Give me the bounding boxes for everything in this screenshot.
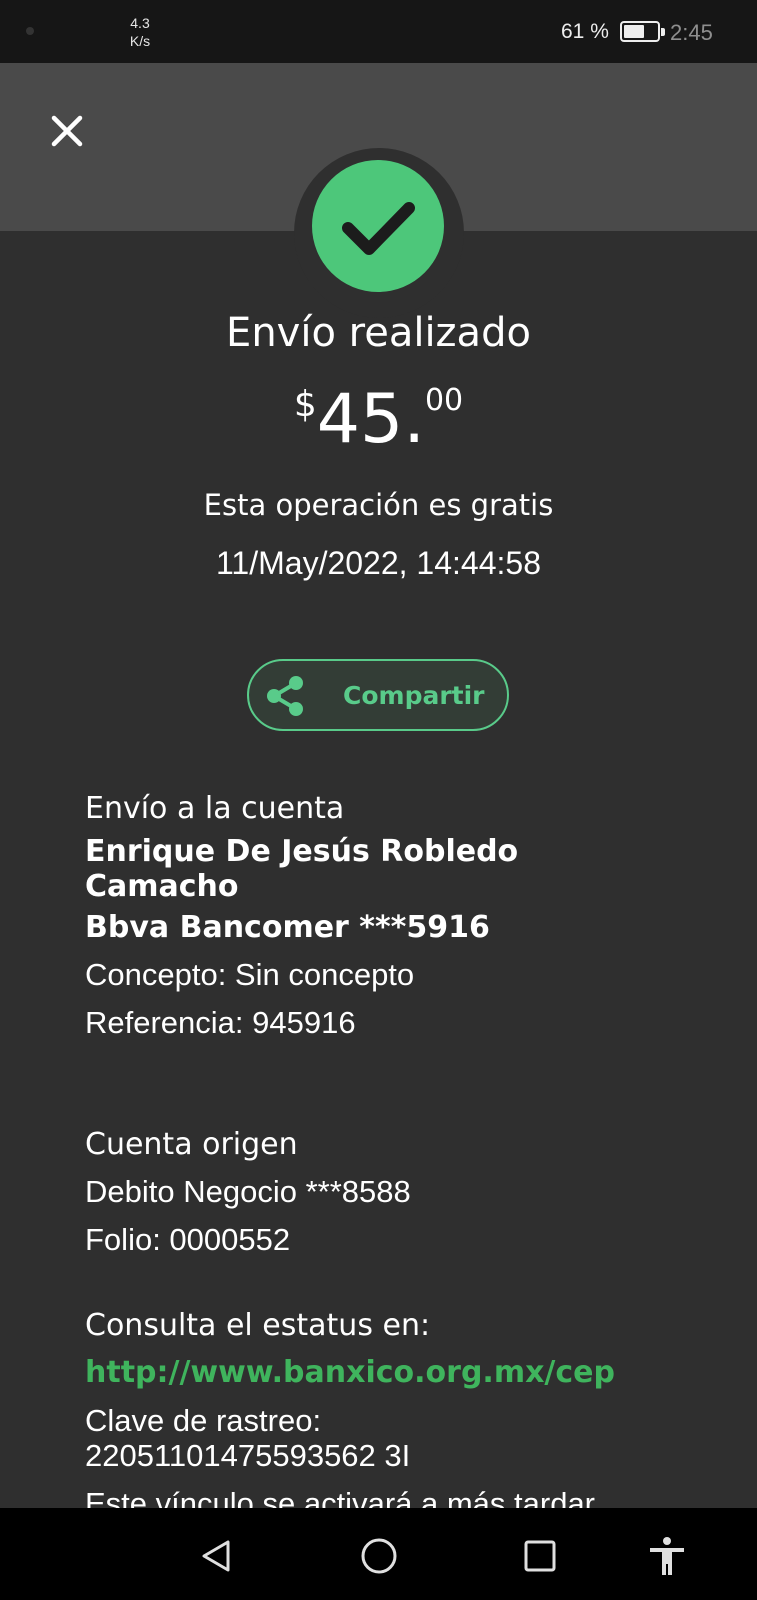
- share-icon: [267, 676, 303, 716]
- status-heading: Consulta el estatus en:: [85, 1308, 431, 1343]
- back-icon: [202, 1540, 230, 1572]
- destination-heading: Envío a la cuenta: [85, 791, 345, 826]
- free-operation-note: Esta operación es gratis: [203, 488, 554, 522]
- folio: Folio: 0000552: [85, 1222, 291, 1257]
- page-title: Envío realizado: [226, 310, 531, 356]
- battery-icon: [620, 21, 665, 42]
- recents-icon: [524, 1540, 556, 1572]
- recents-button[interactable]: [520, 1536, 560, 1576]
- tracking-label: Clave de rastreo:: [85, 1403, 322, 1438]
- amount-integer: 45: [316, 380, 404, 459]
- check-icon: [342, 202, 415, 255]
- home-icon: [361, 1538, 397, 1574]
- amount-currency: $: [293, 384, 317, 425]
- camera-dot: [26, 27, 34, 35]
- share-button[interactable]: Compartir: [247, 659, 509, 731]
- banxico-link[interactable]: http://www.banxico.org.mx/cep: [85, 1355, 615, 1390]
- close-icon: [51, 115, 83, 147]
- home-button[interactable]: [359, 1536, 399, 1576]
- reference: Referencia: 945916: [85, 1005, 356, 1040]
- recipient-bank-account: Bbva Bancomer ***5916: [85, 910, 490, 945]
- network-speed-unit: K/s: [129, 33, 151, 49]
- back-button[interactable]: [197, 1536, 237, 1576]
- battery-fill: [624, 25, 644, 38]
- origin-account: Debito Negocio ***8588: [85, 1174, 411, 1209]
- status-clock: 2:45: [670, 20, 713, 45]
- recipient-name-line2: Camacho: [85, 869, 239, 904]
- battery-percent: 61 %: [561, 20, 609, 43]
- system-nav-bar: [0, 1508, 757, 1600]
- accessibility-icon: [650, 1537, 684, 1575]
- network-speed-value: 4.3: [130, 15, 150, 31]
- status-bar: 4.3 K/s 61 % 2:45: [0, 0, 757, 63]
- origin-heading: Cuenta origen: [85, 1127, 298, 1162]
- amount: $45.00: [0, 380, 757, 459]
- amount-cents: 00: [424, 383, 464, 418]
- transaction-datetime: 11/May/2022, 14:44:58: [216, 545, 541, 581]
- concept: Concepto: Sin concepto: [85, 957, 415, 992]
- network-speed: 4.3 K/s: [120, 14, 160, 50]
- share-label: Compartir: [343, 681, 485, 710]
- tracking-code: 22051101475593562 3I: [85, 1438, 411, 1473]
- accessibility-button[interactable]: [647, 1536, 687, 1576]
- amount-separator: .: [403, 380, 425, 459]
- recipient-name-line1: Enrique De Jesús Robledo: [85, 834, 519, 869]
- success-badge: [312, 160, 444, 292]
- close-button[interactable]: [46, 110, 88, 152]
- battery-nub: [661, 28, 665, 36]
